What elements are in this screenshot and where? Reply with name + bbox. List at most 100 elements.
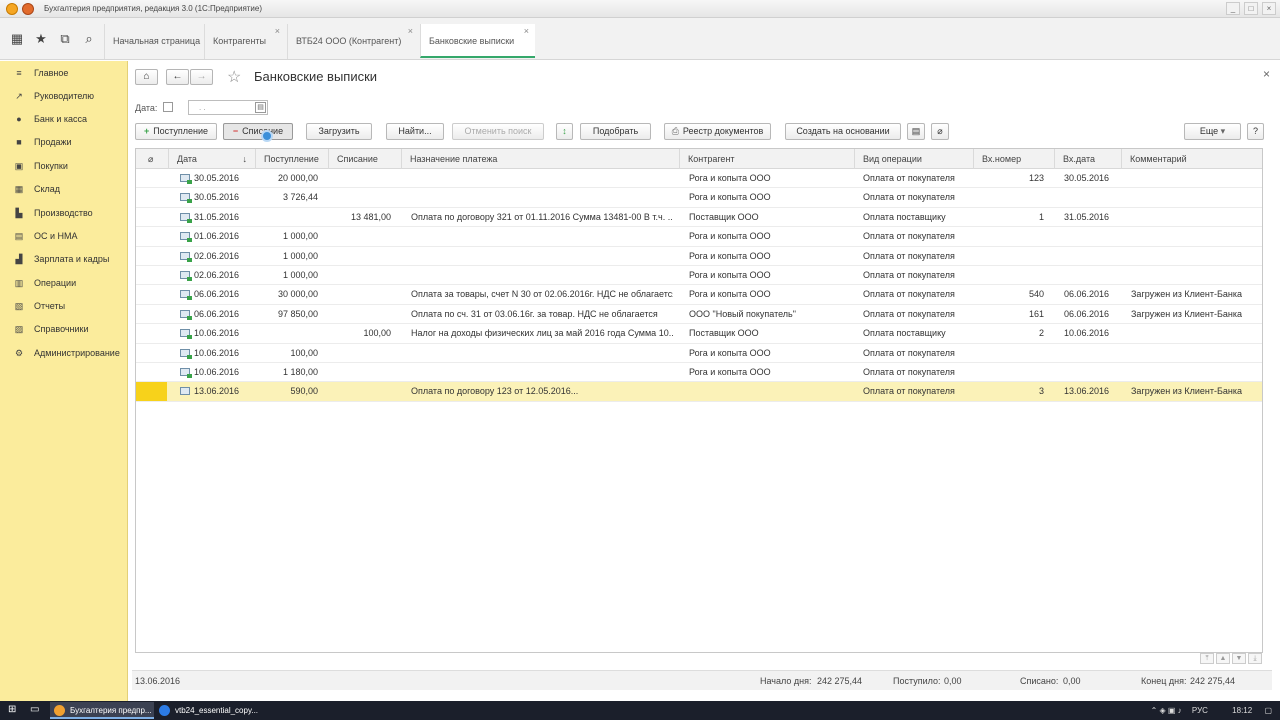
clock[interactable]: 18:12 [1232, 706, 1252, 715]
writeoff-button[interactable]: −Списание [223, 123, 293, 140]
structure-button[interactable]: ▤ [907, 123, 925, 140]
pick-button[interactable]: Подобрать [580, 123, 651, 140]
date-filter-checkbox[interactable] [163, 102, 173, 112]
cell-date: 06.06.2016 [194, 308, 240, 319]
dt-kt-button[interactable]: ↕ [556, 123, 573, 140]
taskbar-app-1c[interactable]: Бухгалтерия предпр... [50, 702, 154, 719]
table-row[interactable]: 30.05.2016 20 000,00 Рога и копыта ООО Опла… [136, 169, 1262, 189]
sidebar-item-operations[interactable]: ▥ Операции [14, 275, 76, 291]
cell-receipt: 30 000,00 [277, 289, 318, 300]
sidebar-item-purchases[interactable]: ▣ Покупки [14, 158, 68, 174]
sidebar-item-label: Руководителю [34, 91, 95, 101]
task-view-icon[interactable]: ▭ [30, 704, 39, 715]
date-filter-input[interactable]: . . ▤ [188, 100, 268, 115]
calendar-icon[interactable]: ▤ [255, 102, 266, 113]
sidebar-item-manager[interactable]: ↗ Руководителю [14, 88, 94, 104]
tab-close-icon[interactable]: × [524, 14, 529, 49]
keyboard-language[interactable]: РУС [1192, 706, 1208, 715]
scroll-up-button[interactable]: ▲ [1216, 653, 1230, 664]
column-header-counterparty[interactable]: Контрагент [679, 149, 854, 169]
table-row[interactable]: 06.06.2016 30 000,00 Оплата за товары, сче… [136, 285, 1262, 305]
sidebar-item-warehouse[interactable]: ▦ Склад [14, 181, 60, 197]
registry-button[interactable]: ⎙ Реестр документов [664, 123, 771, 140]
sidebar-item-main[interactable]: ≡ Главное [14, 65, 68, 81]
table-row[interactable]: 10.06.2016 1 180,00 Рога и копыта ООО Оплат… [136, 363, 1262, 383]
create-based-button[interactable]: Создать на основании [785, 123, 901, 140]
favorite-star-icon[interactable]: ☆ [227, 67, 241, 87]
notifications-icon[interactable]: ▢ [1264, 706, 1272, 715]
tab-close-icon[interactable]: × [408, 14, 413, 49]
table-row[interactable]: 06.06.2016 97 850,00 Оплата по сч. 31 от 0… [136, 305, 1262, 325]
sidebar-item-payroll[interactable]: ▟ Зарплата и кадры [14, 251, 110, 267]
sidebar-item-label: Главное [34, 68, 69, 78]
document-posted-icon [180, 251, 192, 262]
cell-in-date [1064, 266, 1119, 285]
sidebar-item-bank[interactable]: ● Банк и касса [14, 111, 87, 127]
more-button[interactable]: Еще ▾ [1184, 123, 1241, 140]
cancel-search-button[interactable]: Отменить поиск [452, 123, 544, 140]
table-row[interactable]: 10.06.2016 100,00 Рога и копыта ООО Оплата … [136, 344, 1262, 363]
scroll-top-button[interactable]: ⤒ [1200, 653, 1214, 664]
sidebar-item-reports[interactable]: ▧ Отчеты [14, 298, 65, 314]
cell-receipt: 1 000,00 [282, 250, 318, 261]
find-button[interactable]: Найти... [386, 123, 444, 140]
minimize-button[interactable]: _ [1226, 2, 1240, 15]
scroll-bottom-button[interactable]: ⤓ [1248, 653, 1262, 664]
scroll-down-button[interactable]: ▼ [1232, 653, 1246, 664]
tab-close-icon[interactable]: × [275, 14, 280, 49]
tab-vtb24-counterparty[interactable]: ВТБ24 ООО (Контрагент) × [287, 24, 419, 59]
column-header-attach[interactable]: ⌀ [136, 149, 168, 169]
column-header-date[interactable]: Дата ↓ [168, 149, 255, 169]
table-row[interactable]: 10.06.2016 100,00 Налог на доходы физическ… [136, 324, 1262, 344]
bank-statements-table[interactable]: ⌀ Дата ↓ Поступление Списание Назначение … [135, 148, 1263, 653]
cell-date: 02.06.2016 [194, 270, 240, 280]
date-filter-label: Дата: [135, 103, 158, 113]
receipt-button[interactable]: + Поступление [135, 123, 217, 140]
cell-writeoff [328, 188, 391, 207]
table-row[interactable]: 30.05.2016 3 726,44 Рога и копыта ООО Оплат… [136, 188, 1262, 208]
column-header-receipt[interactable]: Поступление [255, 149, 328, 169]
column-header-writeoff[interactable]: Списание [328, 149, 401, 169]
back-button[interactable]: ← [166, 69, 189, 85]
column-header-in-number[interactable]: Вх.номер [973, 149, 1054, 169]
maximize-button[interactable]: □ [1244, 2, 1258, 15]
table-row[interactable]: 01.06.2016 1 000,00 Рога и копыта ООО Оплат… [136, 227, 1262, 247]
os-taskbar: ⊞ ▭ Бухгалтерия предпр... vtb24_essentia… [0, 701, 1280, 720]
tab-counterparties[interactable]: Контрагенты × [204, 24, 286, 59]
column-header-comment[interactable]: Комментарий [1121, 149, 1262, 169]
home-button[interactable]: ⌂ [135, 69, 158, 85]
history-icon[interactable]: ⧉ [57, 31, 73, 47]
table-row[interactable]: 02.06.2016 1 000,00 Рога и копыта ООО Оплат… [136, 266, 1262, 286]
app-menu-icon[interactable] [22, 2, 34, 15]
apps-grid-icon[interactable]: ▦ [9, 31, 25, 47]
close-window-button[interactable]: × [1262, 2, 1276, 15]
sidebar-item-label: Операции [34, 278, 77, 288]
tab-label: ВТБ24 ООО (Контрагент) [296, 36, 402, 46]
search-icon[interactable]: ⌕ [81, 31, 97, 47]
column-header-in-date[interactable]: Вх.дата [1054, 149, 1121, 169]
cell-in-date: 31.05.2016 [1064, 211, 1110, 222]
cell-comment: Загружен из Клиент-Банка [1131, 386, 1243, 397]
column-header-purpose[interactable]: Назначение платежа [401, 149, 679, 169]
attach-button[interactable]: ⌀ [931, 123, 949, 140]
column-header-operation[interactable]: Вид операции [854, 149, 973, 169]
sidebar-item-assets[interactable]: ▤ ОС и НМА [14, 228, 78, 244]
sidebar-item-sales[interactable]: ■ Продажи [14, 134, 71, 150]
table-row[interactable]: 31.05.2016 13 481,00 Оплата по договору 32… [136, 208, 1262, 228]
cell-comment [1131, 266, 1261, 285]
taskbar-app-browser[interactable]: vtb24_essential_copy... [155, 702, 263, 719]
table-row[interactable]: 13.06.2016 590,00 Оплата по договору 123 о… [136, 382, 1262, 402]
table-row[interactable]: 02.06.2016 1 000,00 Рога и копыта ООО Оплат… [136, 247, 1262, 266]
tray-icons[interactable]: ⌃ ◈ ▣ ♪ [1151, 706, 1182, 715]
sidebar-item-admin[interactable]: ⚙ Администрирование [14, 345, 120, 361]
sidebar-item-production[interactable]: ▙ Производство [14, 205, 93, 221]
star-icon[interactable]: ★ [33, 31, 49, 47]
close-form-icon[interactable]: × [1263, 67, 1270, 81]
tab-home-page[interactable]: Начальная страница [104, 24, 203, 59]
load-button[interactable]: Загрузить [306, 123, 372, 140]
sidebar-item-catalogs[interactable]: ▨ Справочники [14, 321, 89, 337]
tab-bank-statements[interactable]: Банковские выписки × [420, 24, 535, 58]
help-button[interactable]: ? [1247, 123, 1264, 140]
forward-button[interactable]: → [190, 69, 213, 85]
windows-start-icon[interactable]: ⊞ [8, 704, 16, 715]
